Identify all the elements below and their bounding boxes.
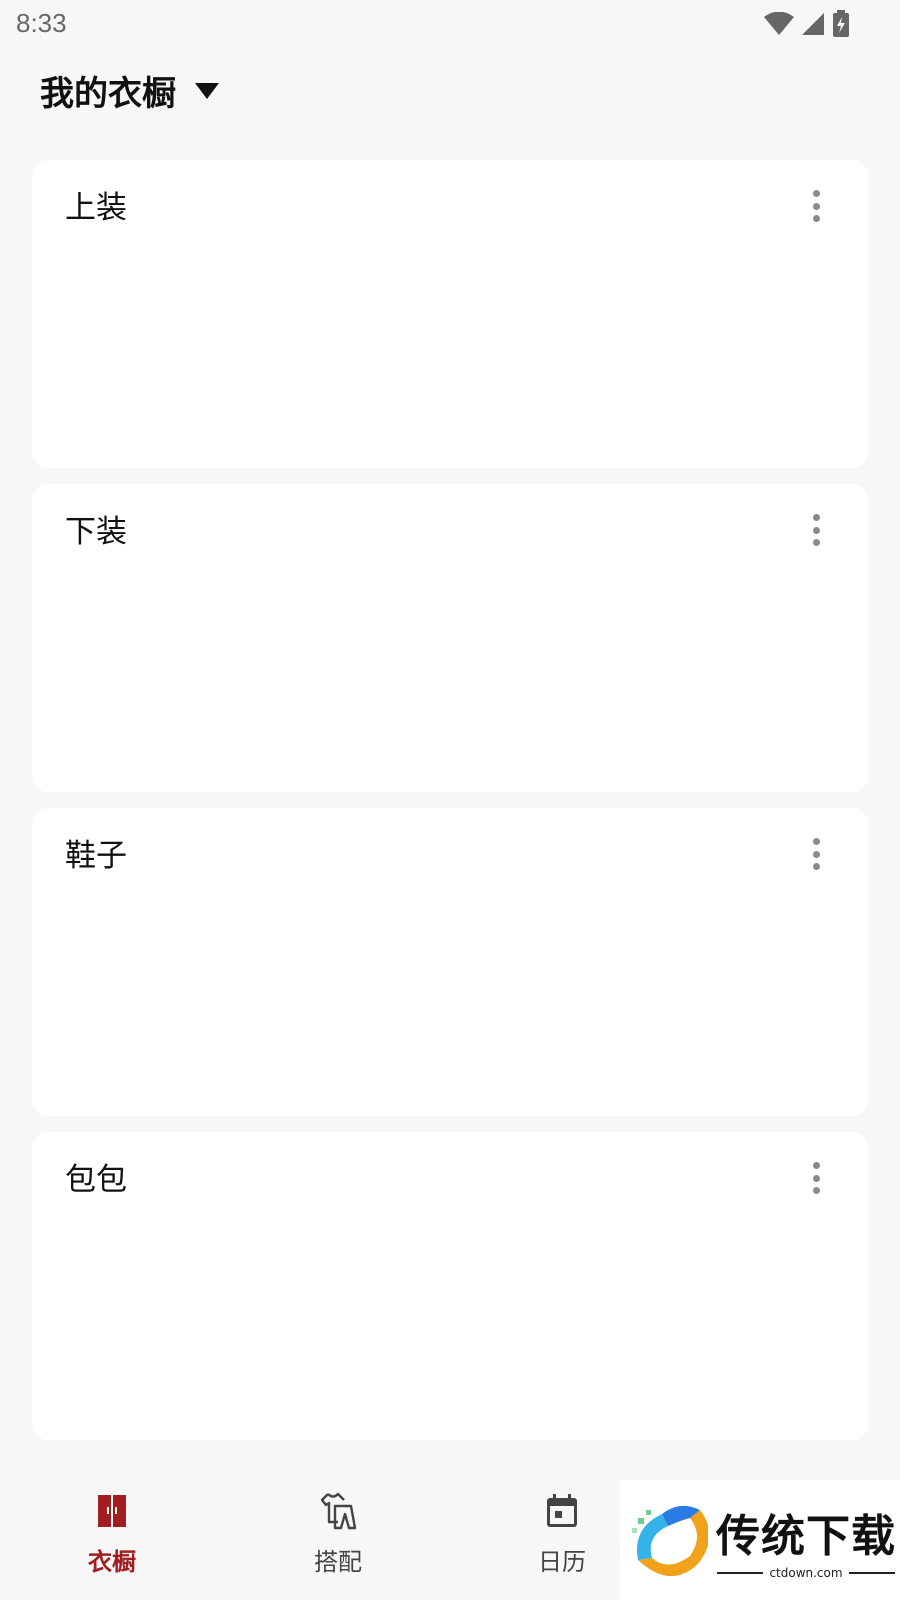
- watermark: 传统下载 ctdown.com: [620, 1480, 900, 1600]
- status-time: 8:33: [16, 8, 67, 38]
- page-title: 我的衣橱: [40, 73, 176, 114]
- category-card-tops[interactable]: 上装: [32, 160, 868, 468]
- more-options-icon[interactable]: [804, 836, 828, 872]
- wardrobe-icon: [97, 1488, 127, 1534]
- category-card-shoes[interactable]: 鞋子: [32, 808, 868, 1116]
- category-title: 上装: [65, 190, 127, 226]
- watermark-url-text: ctdown.com: [769, 1566, 843, 1580]
- signal-icon: [802, 13, 824, 35]
- watermark-url: ctdown.com: [717, 1566, 895, 1580]
- category-card-bottoms[interactable]: 下装: [32, 484, 868, 792]
- wardrobe-selector[interactable]: 我的衣橱: [40, 62, 220, 118]
- wifi-icon: [764, 12, 794, 35]
- category-card-bags[interactable]: 包包: [32, 1132, 868, 1440]
- nav-label: 日历: [538, 1548, 586, 1576]
- category-title: 包包: [65, 1162, 127, 1198]
- nav-label: 搭配: [314, 1548, 362, 1576]
- watermark-text: 传统下载 ctdown.com: [716, 1500, 896, 1580]
- status-icons: [764, 10, 850, 38]
- watermark-title: 传统下载: [716, 1511, 896, 1562]
- nav-tab-outfits[interactable]: 搭配: [248, 1488, 428, 1588]
- dropdown-arrow-icon[interactable]: [194, 82, 220, 100]
- more-options-icon[interactable]: [804, 512, 828, 548]
- category-title: 鞋子: [65, 838, 127, 874]
- battery-icon: [833, 10, 849, 37]
- more-options-icon[interactable]: [804, 188, 828, 224]
- category-list: 上装 下装 鞋子 包包: [32, 160, 868, 1456]
- outfit-icon: [318, 1488, 358, 1534]
- calendar-icon: [545, 1488, 579, 1534]
- more-options-icon[interactable]: [804, 1160, 828, 1196]
- nav-label: 衣橱: [88, 1548, 136, 1576]
- category-title: 下装: [65, 514, 127, 550]
- status-bar: 8:33: [0, 0, 900, 50]
- nav-tab-wardrobe[interactable]: 衣橱: [22, 1488, 202, 1588]
- watermark-logo-icon: [632, 1505, 708, 1577]
